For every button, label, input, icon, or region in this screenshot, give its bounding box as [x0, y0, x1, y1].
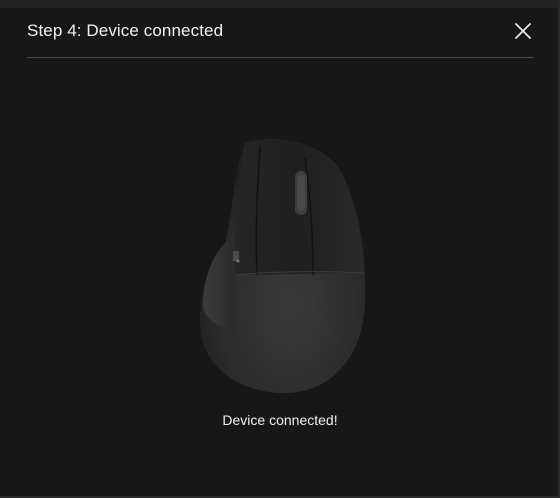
dialog-title: Step 4: Device connected — [27, 21, 224, 40]
dialog-window: Step 4: Device connected Device connecte… — [0, 0, 560, 498]
vertical-mouse-image — [200, 139, 366, 393]
close-button[interactable] — [512, 20, 534, 42]
close-icon — [515, 23, 531, 39]
dialog-header: Step 4: Device connected — [27, 8, 534, 58]
status-message: Device connected! — [222, 412, 338, 428]
